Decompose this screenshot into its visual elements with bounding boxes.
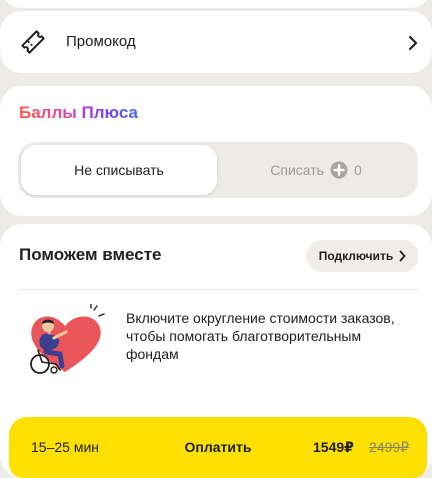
current-price: 1549₽ (313, 439, 354, 455)
chevron-right-icon (408, 35, 418, 51)
option-keep-label: Не списывать (74, 162, 164, 178)
plus-points-toggle: Не списывать Списать 0 (18, 142, 418, 198)
chevron-right-icon (399, 250, 406, 262)
ticket-icon (21, 30, 45, 54)
plus-points-title: Баллы Плюса (19, 103, 138, 122)
plus-points-card: Баллы Плюса Не списывать Списать 0 (0, 86, 432, 216)
pay-label: Оплатить (184, 439, 252, 455)
old-price: 2499₽ (369, 439, 410, 455)
divider (19, 289, 418, 290)
charity-title: Поможем вместе (19, 245, 162, 264)
pay-button[interactable]: 15–25 мин Оплатить 1549₽ 2499₽ (9, 417, 427, 478)
promo-code-row[interactable]: Промокод (0, 11, 432, 73)
charity-description: Включите округление стоимости заказов, ч… (126, 310, 395, 362)
previous-card-edge (0, 0, 432, 8)
option-spend-label: Списать (270, 162, 324, 178)
plus-coin-icon (330, 161, 348, 179)
charity-illustration (30, 304, 105, 374)
spend-amount: 0 (353, 162, 362, 178)
promo-code-label: Промокод (66, 33, 136, 50)
connect-button[interactable]: Подключить (307, 240, 418, 272)
option-spend-points[interactable]: Списать 0 (217, 145, 415, 195)
connect-label: Подключить (318, 249, 394, 263)
option-keep-points[interactable]: Не списывать (21, 145, 217, 195)
